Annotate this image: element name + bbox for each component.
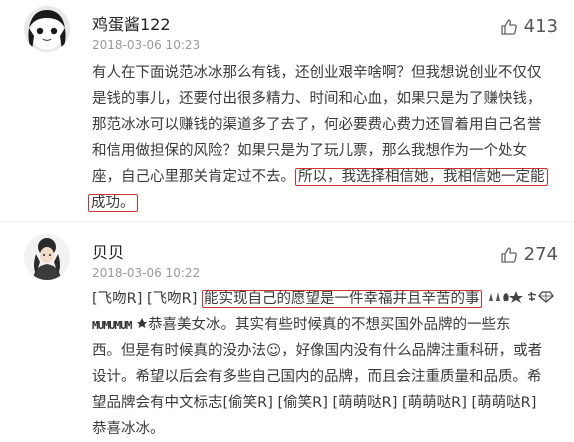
comment-body: [飞吻R] [飞吻R] 能实现自己的愿望是一件幸福并且辛苦的事 MUMUMUM … — [92, 286, 554, 442]
comment-line: 和信用做担保的风险？如果只是为了玩儿票，那么我想作为一个处女 — [92, 143, 527, 159]
like-button[interactable]: 413 — [500, 16, 558, 37]
comment-line: 恭喜冰冰。 — [92, 421, 165, 437]
comment-line: 西。但是有时候真的没办法☺，好像国内没有什么品牌注重科研，或者 — [92, 343, 543, 359]
comment-text: 座，自己心里那关肯定过不去。 — [92, 169, 295, 185]
like-count: 413 — [523, 16, 558, 37]
comment-text: [飞吻R] [飞吻R] — [92, 291, 202, 307]
comment-card: 贝贝 2018-03-06 10:22 274 [飞吻R] [飞吻R] 能实现自… — [0, 222, 574, 437]
comment-text: 恭喜美女冰。其实有些时候真的不想买国外品牌的一些东 — [147, 317, 511, 333]
comment-card: 鸡蛋酱122 2018-03-06 10:23 413 有人在下面说范冰冰那么有… — [0, 0, 574, 222]
highlighted-text: 能实现自己的愿望是一件幸福并且辛苦的事 — [202, 290, 482, 308]
comment-line: 望品牌会有中文标志[偷笑R] [偷笑R] [萌萌哒R] [萌萌哒R] [萌萌哒R… — [92, 395, 537, 411]
avatar[interactable] — [24, 6, 70, 52]
crown-icon — [136, 312, 148, 338]
highlighted-text: 所以，我选择相信她，我相信她一定能 — [295, 168, 548, 186]
comment-line: 成功。 — [88, 190, 554, 216]
comment-line: 那范冰冰可以赚钱的渠道多了去了，何必要费心费力还冒着用自己名誉 — [92, 117, 542, 133]
comment-line: MUMUMUM 恭喜美女冰。其实有些时候真的不想买国外品牌的一些东 — [92, 312, 554, 338]
username[interactable]: 贝贝 — [92, 239, 124, 263]
emoji-decoration: MUMUMUM — [92, 319, 132, 332]
comment-line: 座，自己心里那关肯定过不去。 所以，我选择相信她，我相信她一定能 — [92, 164, 554, 190]
like-button[interactable]: 274 — [500, 244, 558, 265]
thumbs-up-icon — [500, 246, 518, 264]
highlighted-text: 成功。 — [88, 194, 138, 212]
thumbs-up-icon — [500, 18, 518, 36]
comment-line: 有人在下面说范冰冰那么有钱，还创业艰辛啥啊？但我想说创业不仅仅 — [92, 65, 542, 81]
comment-line: 是钱的事儿，还要付出很多精力、时间和心血，如果只是为了赚快钱， — [92, 91, 542, 107]
emoji-decoration — [486, 286, 554, 312]
avatar[interactable] — [24, 234, 70, 280]
like-count: 274 — [523, 244, 558, 265]
comment-body: 有人在下面说范冰冰那么有钱，还创业艰辛啥啊？但我想说创业不仅仅 是钱的事儿，还要… — [88, 60, 554, 216]
timestamp: 2018-03-06 10:23 — [92, 38, 201, 52]
username[interactable]: 鸡蛋酱122 — [92, 11, 171, 35]
comment-line: 设计。希望以后会有多些自己国内的品牌，而且会注重质量和品质。希 — [92, 369, 542, 385]
timestamp: 2018-03-06 10:22 — [92, 266, 201, 280]
comment-line: [飞吻R] [飞吻R] 能实现自己的愿望是一件幸福并且辛苦的事 — [92, 286, 554, 312]
